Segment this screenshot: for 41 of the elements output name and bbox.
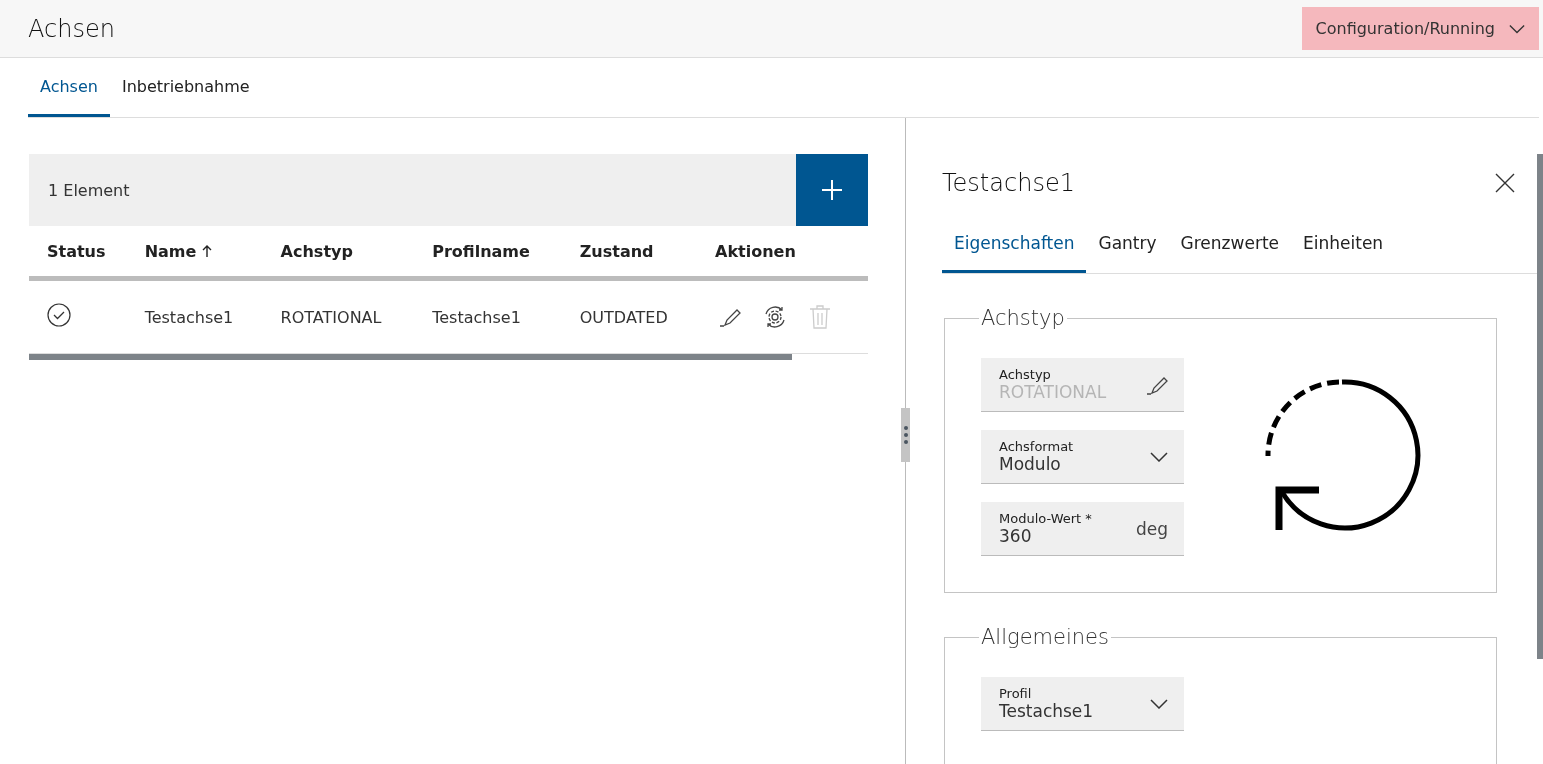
- tab[interactable]: Achsen: [28, 58, 110, 117]
- column-header[interactable]: Name: [126, 226, 263, 279]
- gear-refresh-button[interactable]: [763, 305, 787, 329]
- plus-icon: [822, 180, 842, 200]
- tab[interactable]: Eigenschaften: [942, 216, 1087, 273]
- mode-dropdown-button[interactable]: Configuration/Running: [1301, 7, 1539, 50]
- section-legend: Allgemeines: [979, 625, 1111, 649]
- check-circle-icon: [47, 303, 71, 327]
- trash-icon: [809, 305, 831, 329]
- tab[interactable]: Inbetriebnahme: [109, 58, 262, 117]
- column-header[interactable]: Zustand: [561, 226, 697, 279]
- page-title: Achsen: [28, 14, 115, 43]
- splitter-handle[interactable]: [901, 408, 910, 462]
- vertical-scrollbar[interactable]: [1537, 154, 1543, 659]
- unit-label: deg: [1135, 518, 1168, 539]
- table-cell: Testachse1: [126, 278, 263, 353]
- close-icon: [1495, 173, 1515, 193]
- tab[interactable]: Grenzwerte: [1168, 216, 1291, 273]
- select-field[interactable]: Achsformat Modulo: [981, 430, 1184, 484]
- gear-refresh-icon: [763, 305, 787, 329]
- table-cell: Testachse1: [414, 278, 562, 353]
- select-field[interactable]: Profil Testachse1: [981, 677, 1184, 731]
- item-count: 1 Element: [29, 154, 796, 226]
- input-field[interactable]: Achstyp ROTATIONAL: [981, 358, 1184, 412]
- chevron-down-icon: [1150, 698, 1168, 709]
- column-header[interactable]: Aktionen: [697, 226, 868, 279]
- column-header[interactable]: Status: [29, 226, 127, 279]
- tab[interactable]: Gantry: [1086, 216, 1169, 273]
- input-field[interactable]: Modulo-Wert * 360 deg: [981, 502, 1184, 556]
- section-legend: Achstyp: [979, 306, 1067, 330]
- close-button[interactable]: [1495, 173, 1515, 193]
- table-cell: ROTATIONAL: [262, 278, 415, 353]
- panel-title: Testachse1: [942, 169, 1075, 197]
- column-header[interactable]: Achstyp: [262, 226, 415, 279]
- column-header[interactable]: Profilname: [414, 226, 562, 279]
- sort-up-arrow-icon: [202, 244, 213, 257]
- horizontal-scrollbar[interactable]: [29, 354, 792, 360]
- chevron-down-icon: [1150, 451, 1168, 462]
- table-cell: OUTDATED: [561, 278, 697, 353]
- tab[interactable]: Einheiten: [1291, 216, 1396, 273]
- chevron-down-icon: [1509, 23, 1525, 34]
